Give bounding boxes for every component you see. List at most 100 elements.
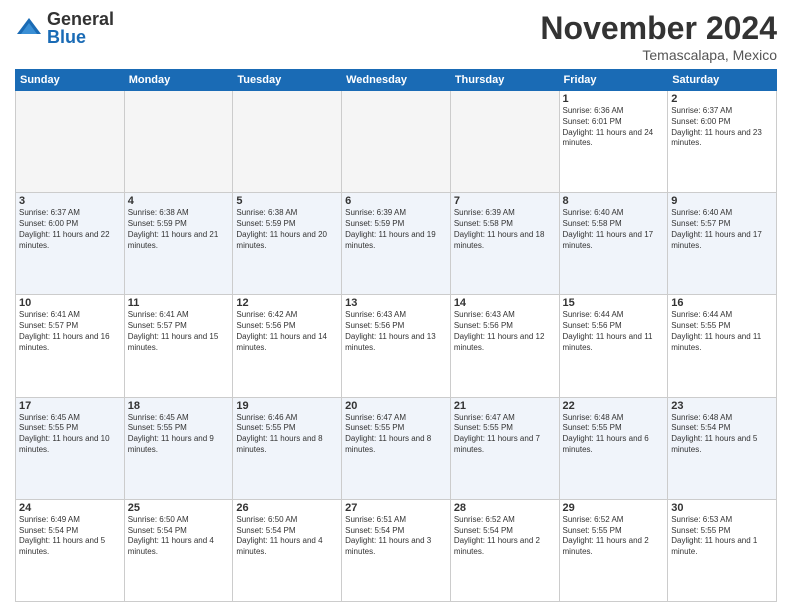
day-info: Sunrise: 6:52 AM Sunset: 5:54 PM Dayligh…: [454, 515, 556, 558]
day-number: 13: [345, 297, 447, 309]
calendar-cell: [124, 91, 233, 193]
day-info: Sunrise: 6:47 AM Sunset: 5:55 PM Dayligh…: [454, 413, 556, 456]
calendar-cell: 20Sunrise: 6:47 AM Sunset: 5:55 PM Dayli…: [342, 397, 451, 499]
calendar-cell: 11Sunrise: 6:41 AM Sunset: 5:57 PM Dayli…: [124, 295, 233, 397]
calendar-cell: [342, 91, 451, 193]
day-number: 11: [128, 297, 230, 309]
day-number: 14: [454, 297, 556, 309]
day-number: 22: [563, 400, 665, 412]
logo-general-text: General: [47, 10, 114, 28]
day-number: 4: [128, 195, 230, 207]
day-info: Sunrise: 6:37 AM Sunset: 6:00 PM Dayligh…: [671, 106, 773, 149]
calendar-cell: 22Sunrise: 6:48 AM Sunset: 5:55 PM Dayli…: [559, 397, 668, 499]
calendar-header: Sunday Monday Tuesday Wednesday Thursday…: [16, 70, 777, 91]
day-number: 15: [563, 297, 665, 309]
day-info: Sunrise: 6:43 AM Sunset: 5:56 PM Dayligh…: [454, 310, 556, 353]
calendar-cell: 26Sunrise: 6:50 AM Sunset: 5:54 PM Dayli…: [233, 499, 342, 601]
day-info: Sunrise: 6:42 AM Sunset: 5:56 PM Dayligh…: [236, 310, 338, 353]
calendar-cell: 30Sunrise: 6:53 AM Sunset: 5:55 PM Dayli…: [668, 499, 777, 601]
calendar-cell: 16Sunrise: 6:44 AM Sunset: 5:55 PM Dayli…: [668, 295, 777, 397]
day-number: 3: [19, 195, 121, 207]
day-info: Sunrise: 6:41 AM Sunset: 5:57 PM Dayligh…: [128, 310, 230, 353]
calendar-week-3: 17Sunrise: 6:45 AM Sunset: 5:55 PM Dayli…: [16, 397, 777, 499]
col-tuesday: Tuesday: [233, 70, 342, 91]
calendar-cell: 18Sunrise: 6:45 AM Sunset: 5:55 PM Dayli…: [124, 397, 233, 499]
logo-icon: [15, 14, 43, 42]
day-info: Sunrise: 6:52 AM Sunset: 5:55 PM Dayligh…: [563, 515, 665, 558]
calendar-cell: 21Sunrise: 6:47 AM Sunset: 5:55 PM Dayli…: [450, 397, 559, 499]
logo-blue-text: Blue: [47, 28, 114, 46]
col-wednesday: Wednesday: [342, 70, 451, 91]
day-info: Sunrise: 6:45 AM Sunset: 5:55 PM Dayligh…: [128, 413, 230, 456]
day-number: 19: [236, 400, 338, 412]
day-info: Sunrise: 6:44 AM Sunset: 5:55 PM Dayligh…: [671, 310, 773, 353]
day-number: 29: [563, 502, 665, 514]
day-info: Sunrise: 6:48 AM Sunset: 5:54 PM Dayligh…: [671, 413, 773, 456]
col-sunday: Sunday: [16, 70, 125, 91]
calendar-cell: 12Sunrise: 6:42 AM Sunset: 5:56 PM Dayli…: [233, 295, 342, 397]
day-info: Sunrise: 6:38 AM Sunset: 5:59 PM Dayligh…: [128, 208, 230, 251]
calendar-cell: 15Sunrise: 6:44 AM Sunset: 5:56 PM Dayli…: [559, 295, 668, 397]
logo-text: General Blue: [47, 10, 114, 46]
day-number: 18: [128, 400, 230, 412]
col-saturday: Saturday: [668, 70, 777, 91]
calendar-cell: 25Sunrise: 6:50 AM Sunset: 5:54 PM Dayli…: [124, 499, 233, 601]
day-info: Sunrise: 6:44 AM Sunset: 5:56 PM Dayligh…: [563, 310, 665, 353]
day-number: 20: [345, 400, 447, 412]
day-info: Sunrise: 6:36 AM Sunset: 6:01 PM Dayligh…: [563, 106, 665, 149]
calendar-cell: 2Sunrise: 6:37 AM Sunset: 6:00 PM Daylig…: [668, 91, 777, 193]
month-title: November 2024: [540, 10, 777, 47]
day-number: 27: [345, 502, 447, 514]
calendar-cell: 5Sunrise: 6:38 AM Sunset: 5:59 PM Daylig…: [233, 193, 342, 295]
header-row: Sunday Monday Tuesday Wednesday Thursday…: [16, 70, 777, 91]
calendar-cell: 28Sunrise: 6:52 AM Sunset: 5:54 PM Dayli…: [450, 499, 559, 601]
day-info: Sunrise: 6:50 AM Sunset: 5:54 PM Dayligh…: [128, 515, 230, 558]
calendar-cell: 10Sunrise: 6:41 AM Sunset: 5:57 PM Dayli…: [16, 295, 125, 397]
day-number: 1: [563, 93, 665, 105]
calendar-week-0: 1Sunrise: 6:36 AM Sunset: 6:01 PM Daylig…: [16, 91, 777, 193]
calendar-week-4: 24Sunrise: 6:49 AM Sunset: 5:54 PM Dayli…: [16, 499, 777, 601]
day-number: 9: [671, 195, 773, 207]
calendar-cell: 3Sunrise: 6:37 AM Sunset: 6:00 PM Daylig…: [16, 193, 125, 295]
header: General Blue November 2024 Temascalapa, …: [15, 10, 777, 63]
day-info: Sunrise: 6:38 AM Sunset: 5:59 PM Dayligh…: [236, 208, 338, 251]
day-info: Sunrise: 6:48 AM Sunset: 5:55 PM Dayligh…: [563, 413, 665, 456]
calendar-cell: 29Sunrise: 6:52 AM Sunset: 5:55 PM Dayli…: [559, 499, 668, 601]
day-number: 23: [671, 400, 773, 412]
calendar-table: Sunday Monday Tuesday Wednesday Thursday…: [15, 69, 777, 602]
day-number: 2: [671, 93, 773, 105]
day-number: 12: [236, 297, 338, 309]
day-info: Sunrise: 6:41 AM Sunset: 5:57 PM Dayligh…: [19, 310, 121, 353]
calendar-cell: 1Sunrise: 6:36 AM Sunset: 6:01 PM Daylig…: [559, 91, 668, 193]
calendar-cell: 17Sunrise: 6:45 AM Sunset: 5:55 PM Dayli…: [16, 397, 125, 499]
title-block: November 2024 Temascalapa, Mexico: [540, 10, 777, 63]
day-info: Sunrise: 6:40 AM Sunset: 5:57 PM Dayligh…: [671, 208, 773, 251]
day-info: Sunrise: 6:47 AM Sunset: 5:55 PM Dayligh…: [345, 413, 447, 456]
calendar-cell: [233, 91, 342, 193]
day-number: 5: [236, 195, 338, 207]
col-monday: Monday: [124, 70, 233, 91]
calendar-cell: 9Sunrise: 6:40 AM Sunset: 5:57 PM Daylig…: [668, 193, 777, 295]
calendar-cell: 14Sunrise: 6:43 AM Sunset: 5:56 PM Dayli…: [450, 295, 559, 397]
day-info: Sunrise: 6:50 AM Sunset: 5:54 PM Dayligh…: [236, 515, 338, 558]
calendar-cell: 19Sunrise: 6:46 AM Sunset: 5:55 PM Dayli…: [233, 397, 342, 499]
calendar-week-2: 10Sunrise: 6:41 AM Sunset: 5:57 PM Dayli…: [16, 295, 777, 397]
day-info: Sunrise: 6:37 AM Sunset: 6:00 PM Dayligh…: [19, 208, 121, 251]
day-info: Sunrise: 6:40 AM Sunset: 5:58 PM Dayligh…: [563, 208, 665, 251]
location: Temascalapa, Mexico: [540, 47, 777, 63]
day-number: 16: [671, 297, 773, 309]
calendar-cell: [16, 91, 125, 193]
col-friday: Friday: [559, 70, 668, 91]
day-info: Sunrise: 6:46 AM Sunset: 5:55 PM Dayligh…: [236, 413, 338, 456]
calendar-cell: 23Sunrise: 6:48 AM Sunset: 5:54 PM Dayli…: [668, 397, 777, 499]
day-info: Sunrise: 6:39 AM Sunset: 5:58 PM Dayligh…: [454, 208, 556, 251]
day-number: 10: [19, 297, 121, 309]
day-number: 7: [454, 195, 556, 207]
day-info: Sunrise: 6:49 AM Sunset: 5:54 PM Dayligh…: [19, 515, 121, 558]
day-number: 24: [19, 502, 121, 514]
day-number: 21: [454, 400, 556, 412]
calendar-cell: 13Sunrise: 6:43 AM Sunset: 5:56 PM Dayli…: [342, 295, 451, 397]
calendar-cell: 6Sunrise: 6:39 AM Sunset: 5:59 PM Daylig…: [342, 193, 451, 295]
day-number: 26: [236, 502, 338, 514]
calendar-cell: 4Sunrise: 6:38 AM Sunset: 5:59 PM Daylig…: [124, 193, 233, 295]
